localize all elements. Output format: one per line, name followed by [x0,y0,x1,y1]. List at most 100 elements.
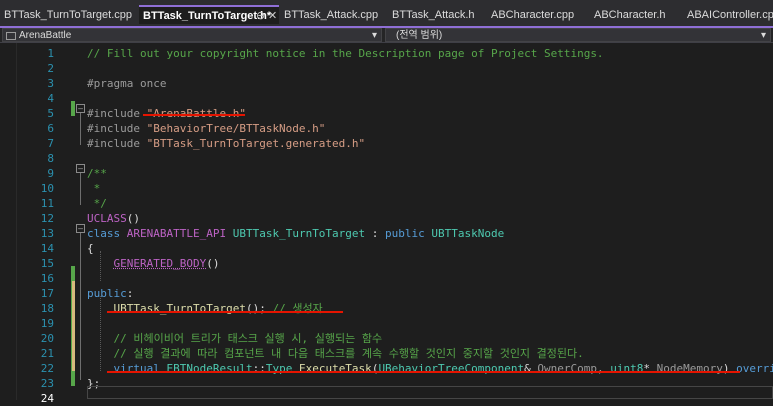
line-number: 16 [40,272,54,285]
tab-bttask-turntotarget-cpp[interactable]: BTTask_TurnToTarget.cpp [4,5,136,26]
code-text: UBTTask_TurnToTarget(); // 생성자 [87,301,323,316]
code-token: ARENABATTLE_API [126,227,233,240]
code-token: ExecuteTask [298,362,372,375]
code-token: #pragma once [87,77,167,90]
code-line[interactable]: 6 #include "BehaviorTree/BTTaskNode.h" [0,121,773,136]
annotation-underline [143,114,245,116]
code-token: UBTTaskNode [431,227,505,240]
code-text: // 실행 결과에 따라 컴포넌트 내 다음 태스크를 계속 수행할 것인지 중… [87,346,584,361]
scope-label: (전역 범위) [396,30,443,41]
code-line[interactable]: 8 [0,151,773,166]
code-editor[interactable]: 1 // Fill out your copyright notice in th… [0,43,773,405]
line-number: 10 [40,182,54,195]
code-line[interactable]: 5#include "ArenaBattle.h" [0,106,773,121]
document-tab-bar: BTTask_TurnToTarget.cpp BTTask_TurnToTar… [0,5,773,28]
code-line[interactable]: 3 #pragma once [0,76,773,91]
code-line[interactable]: 17 public: [0,286,773,301]
line-number: 19 [40,317,54,330]
code-token: public [87,287,127,300]
code-line[interactable]: 20 // 비헤이비어 트리가 태스크 실행 시, 실행되는 함수 [0,331,773,346]
code-line[interactable]: 19 [0,316,773,331]
code-line[interactable]: 18 UBTTask_TurnToTarget(); // 생성자 [0,301,773,316]
tab-abcharacter-cpp[interactable]: ABCharacter.cpp [491,5,586,26]
code-text: * [87,181,101,196]
code-token: public [385,227,432,240]
code-line[interactable]: 22 virtual EBTNodeResult::Type ExecuteTa… [0,361,773,376]
annotation-underline [107,311,343,313]
code-line[interactable]: 12 UCLASS() [0,211,773,226]
code-text: // 비헤이비어 트리가 태스크 실행 시, 실행되는 함수 [87,331,383,346]
line-number: 22 [40,362,54,375]
code-token: // 생성자 [272,302,323,315]
line-number: 15 [40,257,54,270]
code-token: uint8 [610,362,644,375]
tab-label: ABCharacter.cpp [491,9,575,21]
line-number: 1 [47,47,54,60]
line-number: 12 [40,212,54,225]
line-number: 6 [47,122,54,135]
code-line[interactable]: 13 class ARENABATTLE_API UBTTask_TurnToTa… [0,226,773,241]
indent-guide [100,296,101,371]
code-line[interactable]: 14 { [0,241,773,256]
code-token: * [643,362,657,375]
pin-tab-icon[interactable]: ⊖ [256,5,265,26]
code-text: // Fill out your copyright notice in the… [87,46,604,61]
code-token: Type [265,362,299,375]
code-token: : [365,227,386,240]
code-line[interactable]: 15 GENERATED_BODY() [0,256,773,271]
code-token: #include [87,107,147,120]
line-number: 18 [40,302,54,315]
code-token: { [87,242,94,255]
close-tab-icon[interactable]: ✕ [268,5,277,26]
tab-label: BTTask_TurnToTarget.h* [143,10,272,22]
tab-label: BTTask_Attack.cpp [284,9,379,21]
code-text: public: [87,286,133,301]
code-token: (); [245,302,273,315]
line-number: 23 [40,377,54,390]
code-line[interactable]: 16 [0,271,773,286]
code-line[interactable]: 10 * [0,181,773,196]
code-token: /** [87,167,107,180]
fold-toggle-icon[interactable]: – [76,164,85,173]
navigation-bar: ArenaBattle ▾ (전역 범위) ▾ [0,28,773,43]
code-token: ) [722,362,737,375]
code-text: GENERATED_BODY() [87,256,220,271]
code-token: NodeMemory [656,362,723,375]
code-line[interactable]: 4 [0,91,773,106]
code-token: #include [87,137,147,150]
project-dropdown[interactable]: ArenaBattle ▾ [2,28,382,42]
code-line[interactable]: 7 #include "BTTask_TurnToTarget.generated… [0,136,773,151]
code-token: () [126,212,140,225]
tab-abaicontroller-cpp[interactable]: ABAIController.cpp [687,5,773,26]
tab-bttask-attack-cpp[interactable]: BTTask_Attack.cpp [284,5,384,26]
tab-label: ABAIController.cpp [687,9,773,21]
fold-toggle-icon[interactable]: – [76,104,85,113]
fold-toggle-icon[interactable]: – [76,224,85,233]
code-token: UCLASS [87,212,127,225]
code-line[interactable]: 21 // 실행 결과에 따라 컴포넌트 내 다음 태스크를 계속 수행할 것인… [0,346,773,361]
line-number: 11 [40,197,54,210]
code-token: "BehaviorTree/BTTaskNode.h" [146,122,326,135]
code-text: UCLASS() [87,211,140,226]
code-text: #include "BTTask_TurnToTarget.generated.… [87,136,365,151]
code-line[interactable]: 11 */ [0,196,773,211]
code-line[interactable]: 1 // Fill out your copyright notice in th… [0,46,773,61]
code-text: { [87,241,94,256]
tab-bttask-attack-h[interactable]: BTTask_Attack.h [392,5,482,26]
code-token: class [87,227,127,240]
code-token: // 비헤이비어 트리가 태스크 실행 시, 실행되는 함수 [113,332,383,345]
line-number: 14 [40,242,54,255]
code-token: // Fill out your copyright notice in the… [87,47,604,60]
code-token: :: [252,362,266,375]
tab-abcharacter-h[interactable]: ABCharacter.h [594,5,679,26]
scope-dropdown[interactable]: (전역 범위) ▾ [385,28,771,42]
code-text: virtual EBTNodeResult::Type ExecuteTask(… [87,361,773,376]
code-token: override [736,362,773,375]
line-number: 9 [47,167,54,180]
code-line[interactable]: 9 /** [0,166,773,181]
line-number: 17 [40,287,54,300]
code-text: */ [87,196,107,211]
code-line[interactable]: 2 [0,61,773,76]
code-text: /** [87,166,107,181]
code-token: * [87,182,101,195]
